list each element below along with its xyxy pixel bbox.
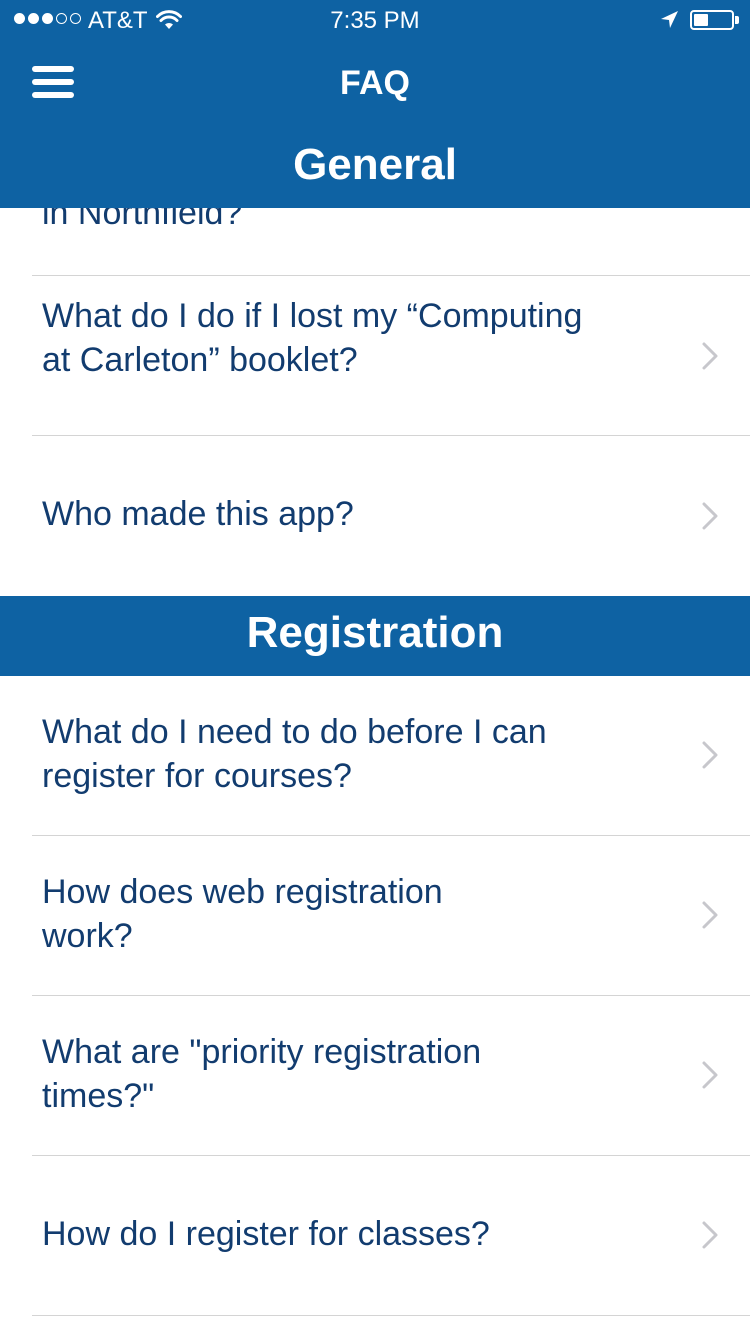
list-item-label: What are "priority registration times?" [42, 1033, 482, 1115]
chevron-right-icon [702, 342, 718, 370]
app-header: AT&T 7:35 PM FAQ General [0, 0, 750, 208]
chevron-right-icon [702, 1061, 718, 1089]
faq-item-priority-times[interactable]: What are "priority registration times?" [0, 996, 750, 1155]
chevron-right-icon [702, 502, 718, 530]
divider [32, 1315, 750, 1316]
faq-item-who-made-app[interactable]: Who made this app? [0, 436, 750, 596]
faq-item-register-classes[interactable]: How do I register for classes? [0, 1156, 750, 1315]
status-bar: AT&T 7:35 PM [0, 0, 750, 40]
page-title: FAQ [340, 64, 410, 102]
section-title: Registration [246, 608, 504, 657]
location-arrow-icon [661, 11, 678, 28]
list-item-label: Who made this app? [42, 495, 354, 533]
faq-item-before-register[interactable]: What do I need to do before I can regist… [0, 676, 750, 835]
list-item-label: What do I do if I lost my “Computing at … [42, 297, 583, 379]
section-header-registration: Registration [0, 596, 750, 676]
list-item-label: How does web registration work? [42, 873, 443, 955]
list-item-label: What do I need to do before I can regist… [42, 713, 547, 795]
battery-level [694, 14, 708, 26]
chevron-right-icon [702, 901, 718, 929]
faq-item-lost-booklet[interactable]: What do I do if I lost my “Computing at … [0, 276, 750, 435]
chevron-right-icon [702, 1221, 718, 1249]
faq-item-web-registration[interactable]: How does web registration work? [0, 836, 750, 995]
battery-icon [690, 10, 734, 30]
list-item-partial[interactable]: in Northfield? [0, 208, 750, 276]
chevron-right-icon [702, 741, 718, 769]
list-item-label: How do I register for classes? [42, 1215, 490, 1253]
section-header-general: General [293, 140, 457, 189]
list-item-label: in Northfield? [42, 208, 243, 232]
battery-tip [735, 16, 739, 24]
status-time: 7:35 PM [330, 7, 420, 34]
